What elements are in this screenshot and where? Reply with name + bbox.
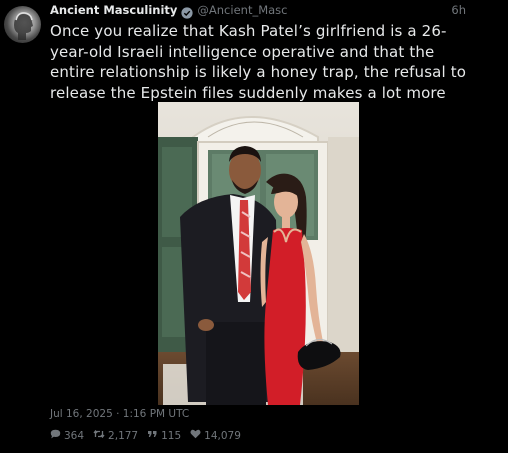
retweets-count: 2,177	[108, 429, 139, 442]
retweets-stat[interactable]: 2,177	[93, 429, 138, 442]
verified-badge-icon	[181, 4, 194, 19]
replies-count: 364	[64, 429, 85, 442]
tweet-stats: 364 2,177 115 14,079	[50, 429, 250, 442]
author-name[interactable]: Ancient Masculinity	[50, 3, 177, 17]
avatar[interactable]	[4, 6, 41, 43]
tweet: Ancient Masculinity @Ancient_Masc 6h Onc…	[0, 0, 508, 453]
heart-icon	[190, 429, 204, 442]
attached-photo[interactable]	[158, 102, 359, 405]
quotes-stat[interactable]: 115	[147, 429, 181, 442]
retweet-icon	[93, 429, 108, 442]
quotes-count: 115	[161, 429, 182, 442]
tweet-header: Ancient Masculinity @Ancient_Masc	[50, 2, 470, 19]
relative-time[interactable]: 6h	[451, 3, 466, 17]
likes-stat[interactable]: 14,079	[190, 429, 241, 442]
comment-icon	[50, 429, 64, 442]
tweet-timestamp[interactable]: Jul 16, 2025 · 1:16 PM UTC	[50, 408, 189, 420]
author-handle[interactable]: @Ancient_Masc	[197, 3, 287, 17]
quote-icon	[147, 429, 161, 442]
tweet-media[interactable]	[50, 101, 468, 406]
replies-stat[interactable]: 364	[50, 429, 84, 442]
likes-count: 14,079	[204, 429, 241, 442]
